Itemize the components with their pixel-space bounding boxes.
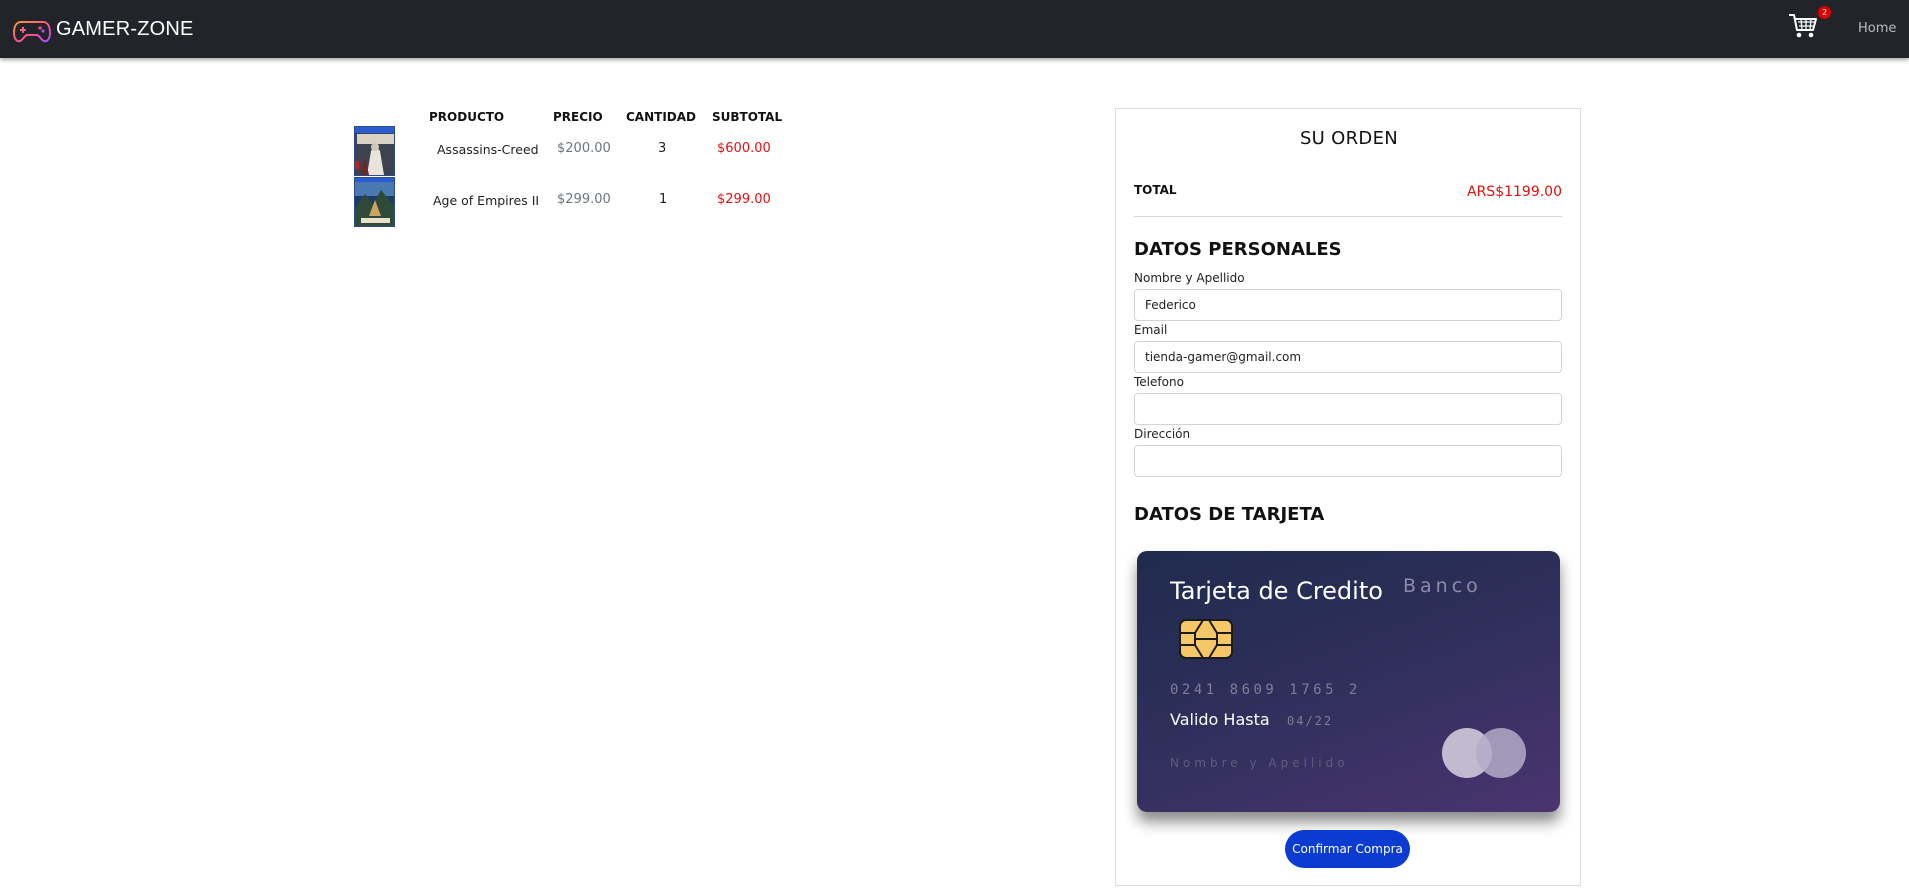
total-value: ARS$1199.00: [1467, 184, 1562, 200]
confirm-purchase-button[interactable]: Confirmar Compra: [1285, 830, 1410, 868]
header-precio: PRECIO: [553, 110, 603, 124]
card-holder: Nombre y Apellido: [1170, 756, 1349, 770]
total-label: TOTAL: [1134, 183, 1177, 197]
address-input[interactable]: [1134, 445, 1562, 477]
address-label: Dirección: [1134, 427, 1191, 441]
name-input[interactable]: [1134, 289, 1562, 321]
product-subtotal: $600.00: [717, 141, 771, 156]
product-subtotal: $299.00: [717, 192, 771, 207]
card-brand-circles-icon: [1442, 728, 1526, 778]
credit-card-preview: Tarjeta de Credito Banco 0241 8609 1765 …: [1137, 551, 1560, 812]
product-image-age-of-empires-ii: [354, 177, 395, 227]
phone-label: Telefono: [1134, 375, 1184, 389]
product-price: $200.00: [557, 141, 611, 156]
card-valid-label: Valido Hasta: [1170, 710, 1270, 729]
card-bank: Banco: [1403, 575, 1482, 597]
brand-link[interactable]: GAMER-ZONE: [12, 13, 194, 45]
phone-input[interactable]: [1134, 393, 1562, 425]
product-quantity: 3: [658, 141, 667, 156]
top-navbar: GAMER-ZONE 2 Home: [0, 0, 1909, 58]
personal-data-title: DATOS PERSONALES: [1134, 239, 1342, 260]
product-image-assassins-creed: [354, 126, 395, 176]
name-label: Nombre y Apellido: [1134, 271, 1245, 285]
card-title: Tarjeta de Credito: [1170, 577, 1383, 605]
card-data-title: DATOS DE TARJETA: [1134, 504, 1325, 525]
product-name: Age of Empires II: [433, 193, 540, 208]
divider: [1134, 216, 1562, 217]
gamepad-icon: [12, 17, 52, 43]
shopping-cart-icon[interactable]: [1788, 12, 1818, 40]
product-name: Assassins-Creed: [437, 142, 539, 157]
order-title: SU ORDEN: [1299, 128, 1399, 149]
card-chip-icon: [1179, 619, 1233, 659]
header-cantidad: CANTIDAD: [626, 110, 696, 124]
email-label: Email: [1134, 323, 1168, 337]
nav-link-home[interactable]: Home: [1858, 21, 1896, 36]
card-valid-value: 04/22: [1287, 714, 1334, 728]
product-quantity: 1: [659, 192, 668, 207]
order-panel: SU ORDEN TOTAL ARS$1199.00 DATOS PERSONA…: [1115, 108, 1581, 886]
cart-count-badge: 2: [1818, 6, 1831, 19]
brand-name: GAMER-ZONE: [56, 17, 194, 40]
product-price: $299.00: [557, 192, 611, 207]
email-input[interactable]: [1134, 341, 1562, 373]
header-subtotal: SUBTOTAL: [712, 110, 783, 124]
header-producto: PRODUCTO: [429, 110, 505, 124]
card-number: 0241 8609 1765 2: [1170, 682, 1361, 698]
